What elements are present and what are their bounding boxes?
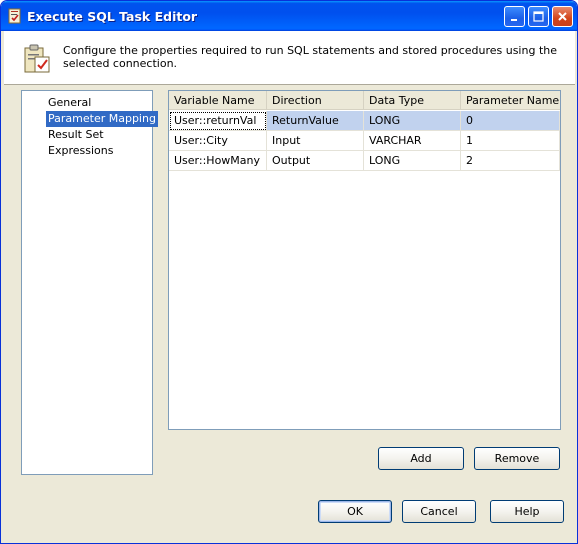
column-header-data-type[interactable]: Data Type	[364, 91, 461, 110]
header-description: Configure the properties required to run…	[63, 44, 557, 70]
cell-variable-name[interactable]: User::returnVal	[169, 111, 267, 131]
close-button[interactable]	[552, 6, 573, 27]
minimize-icon	[511, 19, 517, 21]
nav-item-expressions[interactable]: Expressions	[46, 143, 115, 159]
cell-data-type[interactable]: LONG	[364, 111, 461, 131]
dialog-window: Execute SQL Task Editor Configure the pr…	[0, 0, 578, 544]
table-row[interactable]: User::City Input VARCHAR 1	[169, 131, 560, 151]
column-header-variable-name[interactable]: Variable Name	[169, 91, 267, 110]
add-button[interactable]: Add	[378, 447, 464, 470]
cell-parameter-name[interactable]: 0	[461, 111, 560, 131]
nav-item-general[interactable]: General	[46, 95, 93, 111]
cancel-button[interactable]: Cancel	[402, 500, 476, 523]
cell-direction[interactable]: Output	[267, 151, 364, 171]
title-bar[interactable]: Execute SQL Task Editor	[1, 1, 577, 31]
ok-button[interactable]: OK	[318, 500, 392, 523]
nav-item-parameter-mapping[interactable]: Parameter Mapping	[46, 111, 158, 127]
cell-direction[interactable]: Input	[267, 131, 364, 151]
maximize-icon	[533, 11, 544, 22]
navigation-pane: General Parameter Mapping Result Set Exp…	[21, 90, 158, 475]
cell-data-type[interactable]: LONG	[364, 151, 461, 171]
cell-variable-name[interactable]: User::HowMany	[169, 151, 267, 171]
sql-task-icon	[24, 44, 50, 73]
minimize-button[interactable]	[504, 6, 525, 27]
cell-parameter-name[interactable]: 2	[461, 151, 560, 171]
column-header-parameter-name[interactable]: Parameter Name	[461, 91, 560, 110]
remove-button[interactable]: Remove	[474, 447, 560, 470]
cell-parameter-name[interactable]: 1	[461, 131, 560, 151]
grid-header: Variable Name Direction Data Type Parame…	[169, 91, 560, 110]
nav-item-result-set[interactable]: Result Set	[46, 127, 106, 143]
header-band: Configure the properties required to run…	[4, 31, 575, 85]
cell-data-type[interactable]: VARCHAR	[364, 131, 461, 151]
sql-task-icon	[8, 8, 21, 24]
column-header-direction[interactable]: Direction	[267, 91, 364, 110]
parameter-grid: Variable Name Direction Data Type Parame…	[168, 90, 561, 430]
close-icon	[558, 12, 567, 21]
table-row[interactable]: User::returnVal ReturnValue LONG 0	[169, 111, 560, 131]
window-title: Execute SQL Task Editor	[27, 9, 198, 24]
help-button[interactable]: Help	[490, 500, 564, 523]
cell-direction[interactable]: ReturnValue	[267, 111, 364, 131]
maximize-button[interactable]	[528, 6, 549, 27]
cell-variable-name[interactable]: User::City	[169, 131, 267, 151]
table-row[interactable]: User::HowMany Output LONG 2	[169, 151, 560, 171]
dialog-body: Configure the properties required to run…	[4, 31, 575, 542]
